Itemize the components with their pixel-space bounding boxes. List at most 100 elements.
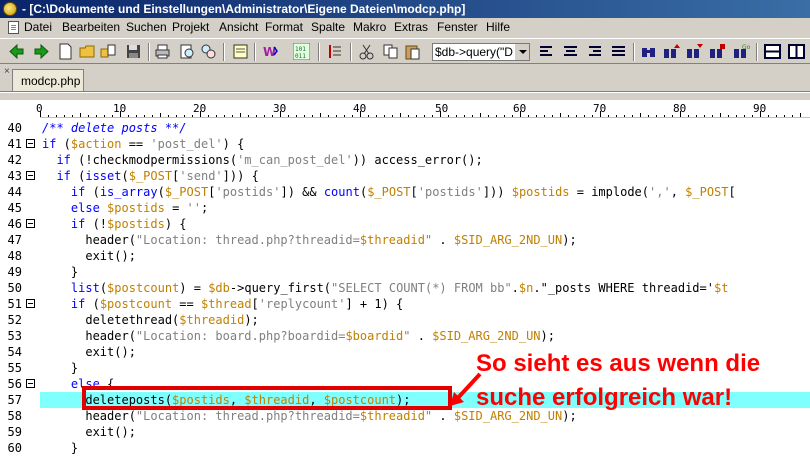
notes-icon[interactable] bbox=[232, 43, 249, 60]
find-binoculars-icon[interactable] bbox=[640, 43, 657, 60]
code-text: if (!checkmodpermissions('m_can_post_del… bbox=[56, 153, 483, 167]
search-combo-value: $db->query("DE bbox=[435, 45, 515, 59]
code-text: exit(); bbox=[42, 249, 136, 263]
menu-bearbeiten[interactable]: Bearbeiten bbox=[62, 20, 120, 34]
ruler-tick bbox=[344, 115, 345, 117]
line-number: 42 bbox=[7, 153, 22, 167]
ruler-tick bbox=[336, 115, 337, 117]
annotation-text-line-1: So sieht es aus wenn die bbox=[476, 350, 761, 377]
ruler-tick bbox=[240, 113, 241, 117]
toolbar-separator bbox=[254, 43, 256, 61]
ruler-tick bbox=[256, 115, 257, 117]
code-text: if (isset($_POST['send'])) { bbox=[56, 169, 259, 183]
menu-datei[interactable]: Datei bbox=[24, 20, 52, 34]
ruler-tick bbox=[264, 115, 265, 117]
ruler-tick bbox=[472, 115, 473, 117]
open-folder-icon[interactable] bbox=[79, 43, 96, 60]
code-line[interactable]: 52 deletethread($threadid); bbox=[0, 312, 810, 328]
menu-format[interactable]: Format bbox=[265, 20, 303, 34]
code-line[interactable]: 42 if (!checkmodpermissions('m_can_post_… bbox=[0, 152, 810, 168]
ruler-tick bbox=[104, 115, 105, 117]
split-horizontal-icon[interactable] bbox=[764, 43, 781, 60]
cut-scissors-icon[interactable] bbox=[358, 43, 375, 60]
align-justify-icon[interactable] bbox=[610, 43, 627, 60]
code-line[interactable]: 43 if (isset($_POST['send'])) { bbox=[0, 168, 810, 184]
code-text: if ($action == 'post_del') { bbox=[42, 137, 245, 151]
ruler-tick bbox=[664, 115, 665, 117]
code-text: exit(); bbox=[42, 425, 136, 439]
svg-text:101: 101 bbox=[295, 46, 306, 53]
code-line[interactable]: 41 if ($action == 'post_del') { bbox=[0, 136, 810, 152]
fold-collapse-icon[interactable] bbox=[26, 171, 35, 180]
code-line[interactable]: 47 header("Location: thread.php?threadid… bbox=[0, 232, 810, 248]
ruler-tick bbox=[776, 115, 777, 117]
menu-projekt[interactable]: Projekt bbox=[172, 20, 209, 34]
hex-mode-icon[interactable]: 101 011 bbox=[293, 43, 310, 60]
ruler-tick bbox=[328, 115, 329, 117]
code-line[interactable]: 50 list($postcount) = $db->query_first("… bbox=[0, 280, 810, 296]
find-previous-icon[interactable] bbox=[686, 43, 703, 60]
paste-clipboard-icon[interactable] bbox=[404, 43, 421, 60]
search-combo[interactable]: $db->query("DE bbox=[432, 43, 530, 61]
line-number: 58 bbox=[7, 409, 22, 423]
ruler-tick bbox=[184, 115, 185, 117]
column-marker-icon[interactable] bbox=[326, 43, 343, 60]
ruler-tick bbox=[456, 115, 457, 117]
menu-hilfe[interactable]: Hilfe bbox=[486, 20, 510, 34]
menu-extras[interactable]: Extras bbox=[394, 20, 428, 34]
ruler-tick bbox=[528, 115, 529, 117]
ruler-tick bbox=[704, 115, 705, 117]
copy-icon[interactable] bbox=[382, 43, 399, 60]
line-number: 45 bbox=[7, 201, 22, 215]
code-line[interactable]: 46 if (!$postids) { bbox=[0, 216, 810, 232]
open-file-icon[interactable] bbox=[100, 43, 117, 60]
ruler-tick bbox=[720, 113, 721, 117]
forward-arrow-icon[interactable] bbox=[33, 43, 50, 60]
ruler-tick bbox=[520, 111, 521, 117]
code-line[interactable]: 49 } bbox=[0, 264, 810, 280]
replace-icon[interactable] bbox=[709, 43, 726, 60]
menu-makro[interactable]: Makro bbox=[353, 20, 386, 34]
fold-collapse-icon[interactable] bbox=[26, 139, 35, 148]
align-right-icon[interactable] bbox=[586, 43, 603, 60]
code-line[interactable]: 40 /** delete posts **/ bbox=[0, 120, 810, 136]
ruler-tick bbox=[544, 115, 545, 117]
menu-suchen[interactable]: Suchen bbox=[126, 20, 167, 34]
menu-spalte[interactable]: Spalte bbox=[311, 20, 345, 34]
code-line[interactable]: 51 if ($postcount == $thread['replycount… bbox=[0, 296, 810, 312]
menu-fenster[interactable]: Fenster bbox=[437, 20, 478, 34]
app-icon[interactable] bbox=[3, 2, 17, 16]
fold-collapse-icon[interactable] bbox=[26, 219, 35, 228]
code-line[interactable]: 45 else $postids = ''; bbox=[0, 200, 810, 216]
goto-line-icon[interactable]: Go bbox=[733, 43, 750, 60]
ruler-tick bbox=[792, 115, 793, 117]
tab-modcp[interactable]: modcp.php bbox=[12, 69, 84, 91]
menu-ansicht[interactable]: Ansicht bbox=[219, 20, 258, 34]
new-file-icon[interactable] bbox=[57, 43, 74, 60]
split-vertical-icon[interactable] bbox=[788, 43, 805, 60]
print-preview-icon[interactable] bbox=[179, 43, 196, 60]
word-wrap-icon[interactable]: W bbox=[262, 43, 279, 60]
line-number: 57 bbox=[7, 393, 22, 407]
align-center-icon[interactable] bbox=[562, 43, 579, 60]
close-icon[interactable]: × bbox=[4, 66, 10, 77]
print-icon[interactable] bbox=[154, 43, 171, 60]
fold-collapse-icon[interactable] bbox=[26, 379, 35, 388]
back-arrow-icon[interactable] bbox=[8, 43, 25, 60]
chevron-down-icon[interactable] bbox=[514, 44, 529, 60]
ruler-tick bbox=[128, 115, 129, 117]
code-line[interactable]: 53 header("Location: board.php?boardid=$… bbox=[0, 328, 810, 344]
save-disk-icon[interactable] bbox=[125, 43, 142, 60]
align-left-icon[interactable] bbox=[538, 43, 555, 60]
code-line[interactable]: 60 } bbox=[0, 440, 810, 456]
find-next-icon[interactable] bbox=[663, 43, 680, 60]
ruler-tick bbox=[400, 113, 401, 117]
fold-collapse-icon[interactable] bbox=[26, 299, 35, 308]
ruler-tick bbox=[40, 111, 41, 117]
code-line[interactable]: 59 exit(); bbox=[0, 424, 810, 440]
find-replace-icon[interactable] bbox=[200, 43, 217, 60]
code-line[interactable]: 44 if (is_array($_POST['postids']) && co… bbox=[0, 184, 810, 200]
code-line[interactable]: 48 exit(); bbox=[0, 248, 810, 264]
document-icon[interactable] bbox=[8, 21, 19, 34]
ruler-tick bbox=[552, 115, 553, 117]
